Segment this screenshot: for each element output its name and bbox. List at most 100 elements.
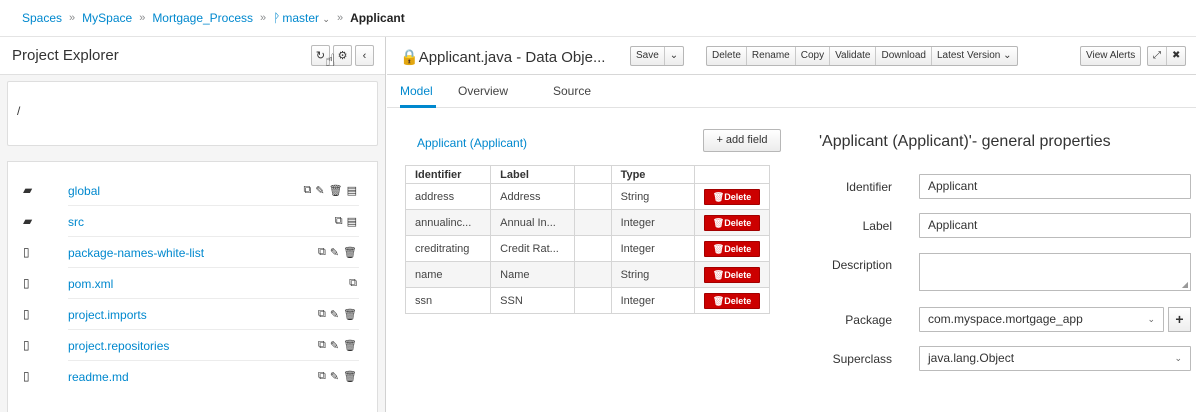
breadcrumb-project[interactable]: Mortgage_Process [152,11,253,25]
tab-overview[interactable]: Overview [458,84,508,98]
cell-label: Annual In... [490,209,576,236]
copy-icon[interactable]: ⧉ [318,370,326,383]
copy-icon[interactable]: ⧉ [318,308,326,321]
pencil-icon[interactable]: ✎ [330,308,339,321]
tab-model[interactable]: Model [400,84,433,98]
copy-icon[interactable]: ⧉ [349,277,357,290]
file-icon: ▯ [23,245,30,259]
breadcrumb-spaces[interactable]: Spaces [22,11,62,25]
pencil-icon[interactable]: ✎ [330,370,339,383]
rename-button[interactable]: Rename [747,47,796,65]
trash-icon: 🗑 [712,295,725,306]
collapse-panel-button[interactable]: ‹ [355,45,374,66]
file-name[interactable]: global [68,184,100,198]
file-icon: ▯ [23,338,30,352]
editor-title: 🔒Applicant.java - Data Obje... [400,48,605,66]
cell-identifier: ssn [404,287,492,314]
save-button[interactable]: Save [631,47,665,65]
description-field[interactable]: ◢ [919,253,1191,291]
add-package-button[interactable]: + [1168,307,1191,332]
delete-field-button[interactable]: 🗑Delete [704,214,760,231]
list-item[interactable]: ▯ readme.md ⧉ ✎ 🗑 [8,361,379,392]
table-row[interactable]: name Name String 🗑Delete [404,261,770,288]
plus-icon: + [1175,311,1184,327]
trash-icon: 🗑 [712,217,725,228]
resize-handle-icon[interactable]: ◢ [1182,280,1188,289]
archive-icon[interactable]: ▤ [347,215,357,228]
column-header-type: Type [610,165,696,184]
breadcrumb-myspace[interactable]: MySpace [82,11,132,25]
archive-icon[interactable]: ▤ [347,184,357,197]
file-name[interactable]: project.imports [68,308,147,322]
package-select[interactable]: com.myspace.mortgage_app ⌄ [919,307,1164,332]
delete-label: Delete [724,191,752,202]
latest-version-dropdown[interactable]: Latest Version ⌄ [932,47,1017,65]
settings-button[interactable]: ⚙ [333,45,352,66]
list-item[interactable]: ▯ package-names-white-list ⧉ ✎ 🗑 [8,237,379,268]
save-dropdown-button[interactable]: ⌄ [665,47,683,65]
delete-label: Delete [724,243,752,254]
superclass-select[interactable]: java.lang.Object ⌄ [919,346,1191,371]
trash-icon[interactable]: 🗑 [343,246,357,259]
close-button[interactable]: ✖ [1167,47,1185,65]
file-name[interactable]: readme.md [68,370,129,384]
label-field[interactable]: Applicant [919,213,1191,238]
delete-field-button[interactable]: 🗑Delete [704,292,760,309]
add-field-button[interactable]: + add field [703,129,781,152]
copy-icon[interactable]: ⧉ [304,184,312,197]
copy-button[interactable]: Copy [796,47,831,65]
view-alerts-button[interactable]: View Alerts [1081,47,1140,65]
project-explorer-header: Project Explorer ↻ ⚙ ‹ ☝ [0,37,385,75]
hand-cursor-icon: ☝ [325,51,336,70]
file-name[interactable]: src [68,215,84,229]
list-item[interactable]: ▯ pom.xml ⧉ [8,268,379,299]
pencil-icon[interactable]: ✎ [330,339,339,352]
download-button[interactable]: Download [876,47,932,65]
file-list: ▰ global ⧉ ✎ 🗑 ▤ ▰ src ⧉ ▤ ▯ package-names-w… [7,161,378,412]
table-row[interactable]: ssn SSN Integer 🗑Delete [404,287,770,314]
copy-icon[interactable]: ⧉ [335,215,343,228]
cell-type: Integer [610,209,696,236]
tab-source[interactable]: Source [553,84,591,98]
identifier-label: Identifier [845,180,892,194]
trash-icon[interactable]: 🗑 [329,184,343,197]
list-item[interactable]: ▯ project.imports ⧉ ✎ 🗑 [8,299,379,330]
fields-title-link[interactable]: Applicant (Applicant) [417,136,527,150]
trash-icon[interactable]: 🗑 [343,339,357,352]
file-name[interactable]: project.repositories [68,339,169,353]
table-row[interactable]: address Address String 🗑Delete [404,183,770,210]
branch-selector[interactable]: ᚹ master ⌄ [273,11,330,25]
folder-icon: ▰ [23,214,33,228]
cell-type: String [610,261,696,288]
table-row[interactable]: annualinc... Annual In... Integer 🗑Delet… [404,209,770,236]
cell-blank [574,209,612,236]
delete-button[interactable]: Delete [707,47,747,65]
trash-icon: 🗑 [712,191,725,202]
list-item[interactable]: ▰ src ⧉ ▤ [8,206,379,237]
list-item[interactable]: ▰ global ⧉ ✎ 🗑 ▤ [8,175,379,206]
validate-button[interactable]: Validate [830,47,877,65]
cell-actions: 🗑Delete [694,235,770,262]
delete-field-button[interactable]: 🗑Delete [704,188,760,205]
table-row[interactable]: creditrating Credit Rat... Integer 🗑Dele… [404,235,770,262]
cell-type: String [610,183,696,210]
cell-identifier: address [404,183,492,210]
copy-icon[interactable]: ⧉ [318,246,326,259]
copy-icon[interactable]: ⧉ [318,339,326,352]
list-item[interactable]: ▯ project.repositories ⧉ ✎ 🗑 [8,330,379,361]
trash-icon[interactable]: 🗑 [343,308,357,321]
breadcrumb-separator: » [139,12,146,24]
file-actions: ⧉ ✎ 🗑 [318,370,357,383]
delete-field-button[interactable]: 🗑Delete [704,240,760,257]
file-name[interactable]: package-names-white-list [68,246,204,260]
file-icon: ▯ [23,276,30,290]
maximize-button[interactable]: ⤢ [1148,47,1167,65]
delete-field-button[interactable]: 🗑Delete [704,266,760,283]
breadcrumb-separator: » [69,12,76,24]
trash-icon[interactable]: 🗑 [343,370,357,383]
pencil-icon[interactable]: ✎ [315,184,324,197]
file-actions: ⧉ ✎ 🗑 [318,308,357,321]
identifier-field[interactable]: Applicant [919,174,1191,199]
file-name[interactable]: pom.xml [68,277,113,291]
pencil-icon[interactable]: ✎ [330,246,339,259]
